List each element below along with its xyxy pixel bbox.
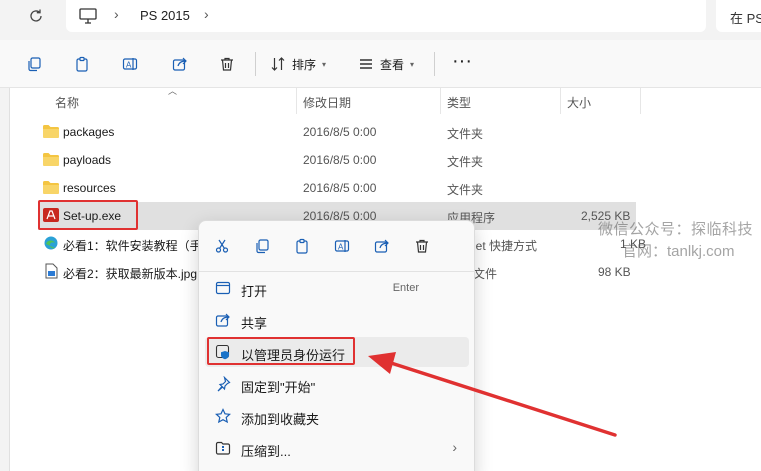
file-row[interactable]: payloads 2016/8/5 0:00 文件夹	[38, 146, 636, 174]
more-options-button[interactable]: ···	[450, 51, 474, 76]
refresh-icon	[30, 9, 42, 22]
menu-item-label: 压缩到...	[241, 444, 291, 459]
address-bar-area: › PS 2015 › 在 PS	[0, 0, 761, 40]
watermark-wechat: 微信公众号：探临科技	[598, 221, 754, 238]
paste-button[interactable]	[291, 235, 313, 257]
view-label: 查看	[380, 57, 405, 72]
folder-icon	[43, 125, 59, 138]
delete-button[interactable]	[215, 52, 239, 76]
share-button[interactable]	[371, 235, 393, 257]
column-divider[interactable]	[640, 88, 641, 114]
copy-icon	[256, 239, 269, 254]
toolbar-divider	[255, 52, 256, 76]
file-name: packages	[63, 125, 115, 139]
edge-shortcut-icon	[44, 236, 58, 250]
menu-item-label: 共享	[241, 316, 268, 331]
paste-icon	[296, 238, 308, 254]
delete-icon	[416, 239, 428, 253]
file-type: 文件夹	[447, 155, 484, 169]
column-divider[interactable]	[560, 88, 561, 114]
menu-item-label: 打开	[241, 284, 268, 299]
svg-text:A: A	[126, 61, 132, 70]
column-header-type[interactable]: 类型	[447, 88, 471, 114]
watermark-website: 官网：tanlkj.com	[622, 243, 735, 260]
annotation-arrow	[368, 352, 617, 437]
share-icon	[172, 57, 187, 71]
chevron-right-icon[interactable]: ›	[204, 6, 209, 22]
cut-button[interactable]	[211, 235, 233, 257]
copy-button[interactable]	[22, 52, 46, 76]
cut-icon	[215, 239, 229, 253]
column-divider[interactable]	[440, 88, 441, 114]
view-menu-button[interactable]: 查看 ▾	[358, 52, 414, 76]
command-bar: A 排序 ▾ 查看 ▾ ···	[0, 40, 761, 88]
menu-item-share[interactable]: 共享	[205, 305, 469, 335]
rename-icon: A	[334, 240, 350, 252]
file-type: 文件	[473, 267, 498, 281]
refresh-button[interactable]	[22, 4, 50, 28]
file-name: payloads	[63, 153, 112, 167]
menu-item-label: 固定到"开始"	[241, 380, 316, 395]
toolbar-divider	[434, 52, 435, 76]
file-modified: 2016/8/5 0:00	[303, 153, 377, 167]
column-divider[interactable]	[296, 88, 297, 114]
file-type: 文件夹	[447, 183, 484, 197]
view-icon	[360, 59, 372, 69]
file-row[interactable]: packages 2016/8/5 0:00 文件夹	[38, 118, 636, 146]
chevron-down-icon: ▾	[410, 59, 415, 69]
folder-icon	[43, 181, 59, 194]
star-icon	[215, 408, 231, 424]
rename-button[interactable]: A	[331, 235, 353, 257]
share-icon	[215, 313, 230, 327]
column-header-name[interactable]: 名称	[55, 88, 79, 114]
file-name: 必看1：软件安装教程（手	[63, 239, 202, 253]
context-menu-separator	[199, 271, 476, 272]
column-header-size[interactable]: 大小	[567, 88, 591, 114]
pin-icon	[217, 376, 231, 392]
address-bar[interactable]: › PS 2015 ›	[66, 0, 706, 32]
menu-item-label: 添加到收藏夹	[241, 412, 320, 427]
file-size: 98 KB	[598, 265, 631, 279]
delete-icon	[221, 57, 233, 71]
menu-item-open[interactable]: 打开 Enter	[205, 273, 469, 303]
chevron-right-icon[interactable]: ›	[114, 6, 119, 22]
file-type: 文件夹	[447, 127, 484, 141]
svg-text:A: A	[338, 243, 344, 252]
rename-button[interactable]: A	[118, 52, 142, 76]
image-file-icon	[45, 263, 58, 279]
delete-button[interactable]	[411, 235, 433, 257]
this-pc-icon	[79, 8, 97, 24]
file-modified: 2016/8/5 0:00	[303, 125, 377, 139]
sort-icon	[271, 57, 285, 71]
file-modified: 2016/8/5 0:00	[303, 181, 377, 195]
annotation-highlight-admin	[207, 337, 355, 365]
compress-icon	[215, 441, 231, 455]
sort-ascending-icon: ︿	[168, 86, 178, 96]
paste-icon	[76, 56, 88, 72]
open-icon	[215, 281, 231, 295]
shortcut-label: Enter	[392, 282, 419, 294]
share-button[interactable]	[168, 52, 192, 76]
file-row[interactable]: resources 2016/8/5 0:00 文件夹	[38, 174, 636, 202]
file-name: 必看2：获取最新版本.jpg	[63, 267, 198, 281]
annotation-highlight-setup	[38, 200, 138, 230]
sort-menu-button[interactable]: 排序 ▾	[270, 52, 326, 76]
rename-icon: A	[122, 58, 138, 70]
folder-icon	[43, 153, 59, 166]
search-placeholder: 在 PS	[730, 11, 761, 26]
file-name: resources	[63, 181, 116, 195]
share-icon	[374, 239, 389, 253]
chevron-down-icon: ▾	[322, 59, 327, 69]
breadcrumb-ps2015[interactable]: PS 2015	[140, 8, 190, 23]
copy-button[interactable]	[251, 235, 273, 257]
sort-label: 排序	[292, 57, 317, 72]
search-input[interactable]: 在 PS	[716, 0, 761, 32]
navigation-pane-edge[interactable]	[0, 88, 10, 471]
copy-icon	[28, 57, 41, 72]
paste-button[interactable]	[70, 52, 94, 76]
context-menu-quick-actions: A	[199, 229, 476, 263]
column-header-modified[interactable]: 修改日期	[303, 88, 351, 114]
